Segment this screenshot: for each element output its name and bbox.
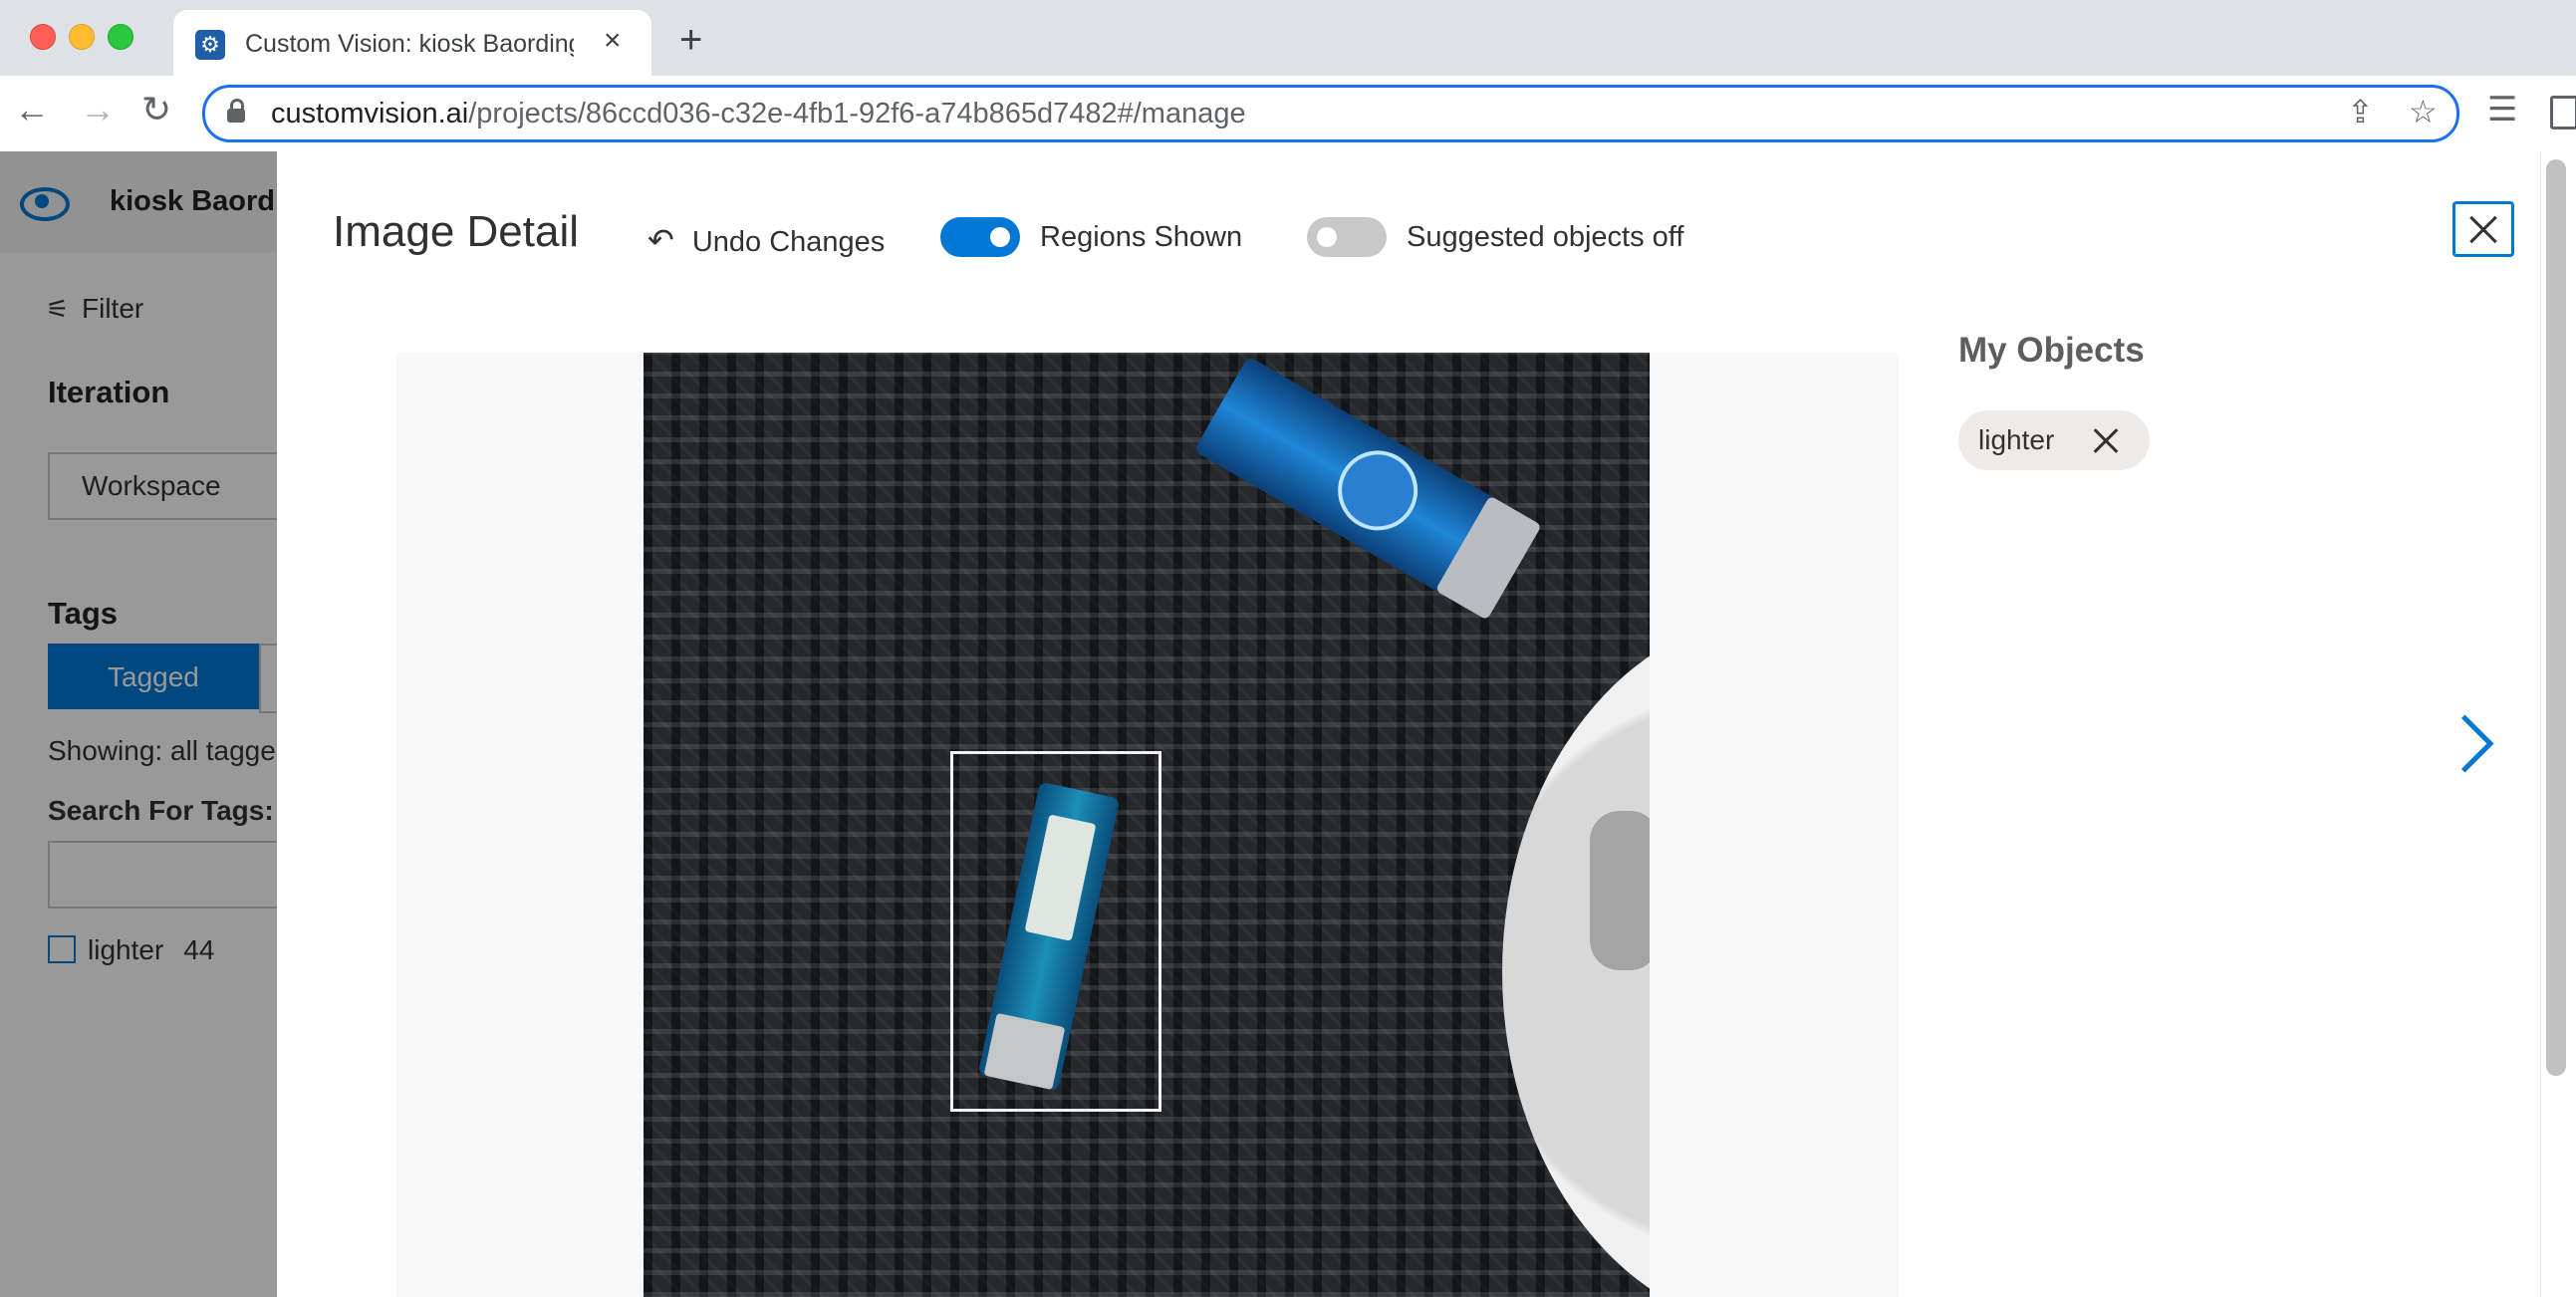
object-tag-chip[interactable]: lighter (1958, 410, 2150, 470)
remove-tag-close-icon[interactable] (2090, 424, 2122, 456)
undo-label: Undo Changes (691, 226, 886, 258)
url-path: /projects/86ccd036-c32e-4fb1-92f6-a74b86… (468, 98, 1246, 130)
region-bounding-box[interactable] (950, 751, 1161, 1112)
photo-ash (1590, 811, 1650, 970)
browser-toolbar: ← → ↻ customvision.ai/projects/86ccd036-… (0, 76, 2576, 152)
modal-scrollbar-thumb[interactable] (2546, 159, 2566, 1076)
tab-close-icon[interactable]: × (604, 26, 622, 56)
toggle-knob (990, 227, 1010, 247)
tab-title: Custom Vision: kiosk Baording (245, 30, 574, 58)
image-stage (396, 353, 1899, 1297)
new-tab-button[interactable]: + (679, 20, 702, 60)
url-text[interactable]: customvision.ai/projects/86ccd036-c32e-4… (271, 98, 1246, 130)
window-zoom-button[interactable] (108, 24, 133, 50)
browser-tab-strip: ⚙ Custom Vision: kiosk Baording × + (0, 0, 2576, 76)
side-panel-icon[interactable] (2550, 96, 2576, 130)
photo-lighter-top (1193, 356, 1542, 621)
close-icon[interactable] (2452, 201, 2514, 257)
tagged-image[interactable] (644, 353, 1650, 1297)
next-image-chevron-right-icon[interactable] (2436, 714, 2494, 773)
window-close-button[interactable] (30, 24, 56, 50)
regions-shown-toggle[interactable] (940, 217, 1020, 257)
object-tag-label: lighter (1978, 424, 2055, 455)
image-detail-modal: Image Detail ↶ Undo Changes Regions Shown… (277, 151, 2576, 1297)
window-minimize-button[interactable] (69, 24, 95, 50)
undo-icon: ↶ (647, 222, 674, 258)
forward-icon[interactable]: → (80, 92, 116, 128)
star-icon[interactable]: ☆ (2409, 96, 2438, 128)
lock-icon[interactable] (227, 99, 245, 123)
browser-tab[interactable]: ⚙ Custom Vision: kiosk Baording × (173, 10, 651, 76)
address-bar[interactable]: customvision.ai/projects/86ccd036-c32e-4… (202, 85, 2459, 142)
url-domain: customvision.ai (271, 98, 469, 130)
custom-vision-favicon-icon: ⚙ (195, 30, 225, 60)
my-objects-title: My Objects (1958, 331, 2145, 370)
undo-changes-button[interactable]: ↶ Undo Changes (647, 221, 885, 259)
suggested-objects-label: Suggested objects off (1407, 221, 1684, 253)
reading-list-icon[interactable]: ☰ (2487, 93, 2517, 127)
reload-icon[interactable]: ↻ (141, 92, 171, 128)
back-icon[interactable]: ← (14, 92, 50, 128)
toggle-knob (1317, 227, 1337, 247)
regions-shown-label: Regions Shown (1040, 221, 1243, 253)
modal-title: Image Detail (333, 207, 580, 256)
suggested-objects-toggle[interactable] (1307, 217, 1387, 257)
share-icon[interactable]: ⇪ (2347, 96, 2374, 128)
